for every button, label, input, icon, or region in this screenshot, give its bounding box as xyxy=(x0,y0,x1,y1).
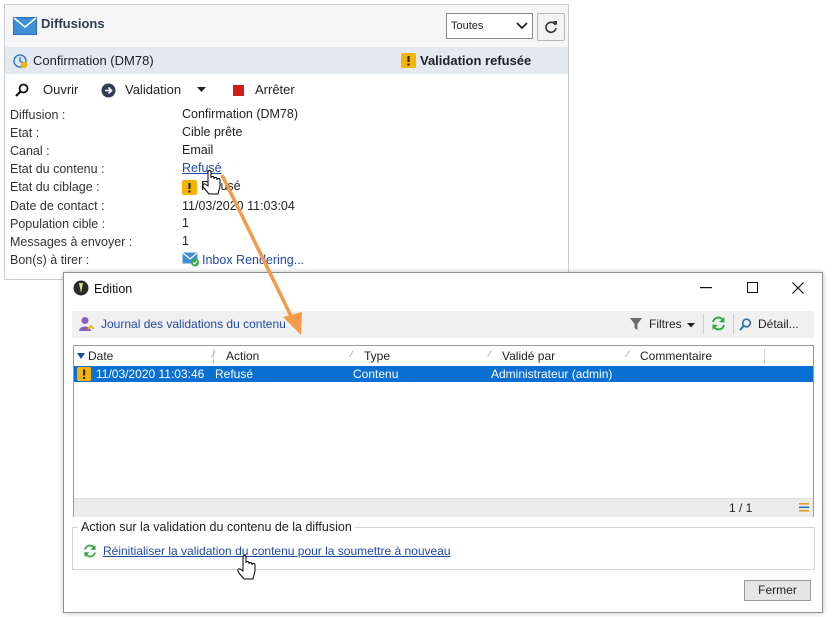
table-row[interactable]: 11/03/2020 11:03:46 Refusé Contenu Admin… xyxy=(74,366,813,382)
column-resize-mark: ⁄ xyxy=(627,349,629,359)
dropdown-caret-icon xyxy=(197,87,206,92)
cell-type: Contenu xyxy=(353,367,399,381)
pagination: 1 / 1 xyxy=(729,501,753,515)
dialog-toolbar: Journal des validations du contenu Filtr… xyxy=(72,311,814,338)
field-label-etat: Etat : xyxy=(10,126,40,140)
delivery-status-icon xyxy=(13,54,28,69)
detail-button[interactable]: Détail... xyxy=(739,316,811,334)
field-label-contact-date: Date de contact : xyxy=(10,199,105,213)
envelope-icon xyxy=(13,17,37,35)
column-header-date[interactable]: Date xyxy=(88,349,113,363)
field-label-proofs: Bon(s) à tirer : xyxy=(10,253,90,267)
open-label: Ouvrir xyxy=(43,82,79,97)
menu-icon[interactable] xyxy=(799,503,809,512)
column-header-action[interactable]: Action xyxy=(226,349,259,363)
proof-email-icon xyxy=(182,252,199,267)
column-separator xyxy=(764,349,765,364)
panel-title: Diffusions xyxy=(41,16,105,31)
delivery-header-title: Confirmation (DM78) xyxy=(33,53,154,68)
arrow-circle-icon xyxy=(101,83,116,98)
app-logo-icon xyxy=(73,280,89,296)
filter-select[interactable]: Toutes xyxy=(446,13,533,39)
journal-validations-link[interactable]: Journal des validations du contenu xyxy=(79,316,294,334)
toolbar-separator xyxy=(703,314,704,334)
cell-date: 11/03/2020 11:03:46 xyxy=(96,367,205,381)
open-button[interactable]: Ouvrir xyxy=(15,82,90,100)
field-label-targeting-state: Etat du ciblage : xyxy=(10,180,100,194)
refresh-icon xyxy=(545,21,557,34)
edition-dialog: Edition Journal des validations du conte… xyxy=(63,272,823,613)
minimize-icon[interactable] xyxy=(700,287,712,289)
toolbar-separator xyxy=(733,314,734,334)
close-button[interactable]: Fermer xyxy=(744,580,811,601)
validations-grid: Date ⁄ Action ⁄ Type ⁄ Validé par ⁄ Comm… xyxy=(73,345,814,517)
column-header-validated-by[interactable]: Validé par xyxy=(502,349,555,363)
journal-validations-label: Journal des validations du contenu xyxy=(101,317,286,331)
field-label-canal: Canal : xyxy=(10,144,50,158)
field-label-content-state: Etat du contenu : xyxy=(10,162,105,176)
field-value-population: 1 xyxy=(182,216,189,230)
refresh-icon[interactable] xyxy=(711,316,726,331)
detail-label: Détail... xyxy=(758,317,799,331)
warning-icon xyxy=(77,367,91,381)
grid-footer: 1 / 1 xyxy=(74,498,813,517)
field-label-population: Population cible : xyxy=(10,217,106,231)
panel-header: Diffusions Toutes xyxy=(5,5,568,47)
search-icon xyxy=(15,83,29,97)
stop-label: Arrêter xyxy=(255,82,295,97)
column-resize-mark: ⁄ xyxy=(489,349,491,359)
user-validation-icon xyxy=(79,317,95,331)
validation-label: Validation xyxy=(125,82,182,97)
stop-icon xyxy=(233,85,244,96)
cell-validated-by: Administrateur (admin) xyxy=(491,367,613,381)
column-header-type[interactable]: Type xyxy=(364,349,390,363)
field-value-messages: 1 xyxy=(182,234,189,248)
filters-label: Filtres xyxy=(649,317,682,331)
column-resize-mark: ⁄ xyxy=(213,349,215,359)
validation-button[interactable]: Validation xyxy=(101,82,211,100)
column-header-comment[interactable]: Commentaire xyxy=(640,349,712,363)
field-label-diffusion: Diffusion : xyxy=(10,108,66,122)
search-icon xyxy=(739,318,752,331)
chevron-down-icon xyxy=(516,22,528,30)
dialog-title: Edition xyxy=(94,282,133,296)
filter-select-value: Toutes xyxy=(451,20,484,32)
field-value-canal: Email xyxy=(182,143,214,157)
group-title: Action sur la validation du contenu de l… xyxy=(78,520,355,534)
field-value-contact-date: 11/03/2020 11:03:04 xyxy=(182,199,295,213)
close-icon[interactable] xyxy=(792,282,804,294)
inbox-rendering-link[interactable]: Inbox Rendering... xyxy=(202,253,304,267)
warning-icon xyxy=(182,180,197,195)
refresh-button[interactable] xyxy=(537,13,565,41)
field-value-diffusion: Confirmation (DM78) xyxy=(182,107,299,121)
content-state-link[interactable]: Refusé xyxy=(182,161,222,175)
funnel-icon xyxy=(630,318,642,330)
field-value-etat: Cible prête xyxy=(182,125,243,139)
filters-button[interactable]: Filtres xyxy=(630,316,702,334)
validation-action-group: Action sur la validation du contenu de l… xyxy=(72,520,815,570)
delivery-subheader: Confirmation (DM78) Validation refusée xyxy=(5,47,568,74)
validation-status: Validation refusée xyxy=(420,53,532,68)
sort-descending-icon[interactable] xyxy=(77,353,85,359)
deliveries-panel: Diffusions Toutes Confirmation (DM78) Va… xyxy=(4,4,569,280)
dropdown-caret-icon xyxy=(687,323,695,328)
refresh-icon xyxy=(84,544,96,558)
column-resize-mark: ⁄ xyxy=(351,349,353,359)
field-label-messages: Messages à envoyer : xyxy=(10,235,133,249)
reset-validation-link[interactable]: Réinitialiser la validation du contenu p… xyxy=(103,544,451,558)
cell-action: Refusé xyxy=(215,367,254,381)
field-value-targeting-state: Refusé xyxy=(201,179,241,193)
maximize-icon[interactable] xyxy=(747,282,758,293)
stop-button[interactable]: Arrêter xyxy=(233,82,303,100)
warning-icon xyxy=(401,53,416,68)
